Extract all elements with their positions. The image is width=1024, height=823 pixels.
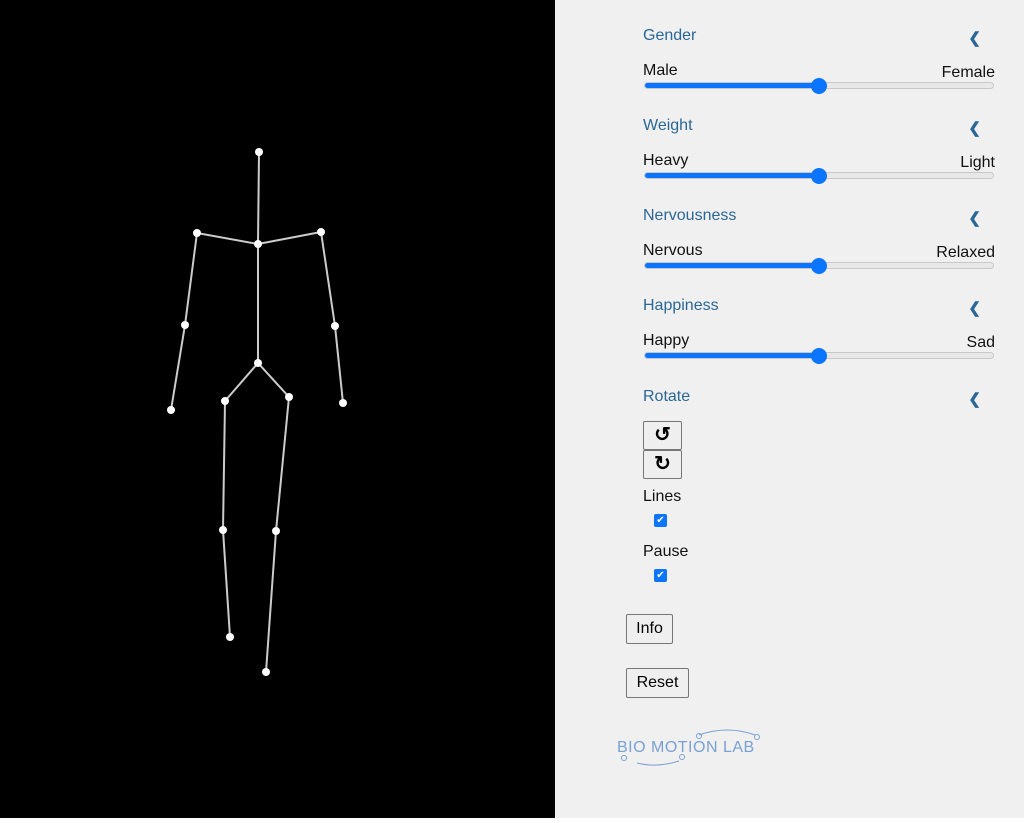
bone-line [334,325,344,404]
joint-point-la [226,633,234,641]
bone-line [196,232,259,245]
slider-section-nervousness: Nervousness ❮ Nervous Relaxed [643,207,995,277]
bio-motion-lab-logo: BIO MOTION LAB [617,727,777,769]
chevron-left-icon[interactable]: ❮ [968,119,981,137]
section-title: Rotate [643,388,691,405]
lines-checkbox[interactable]: ✔ [654,514,667,527]
joint-point-rk [272,527,280,535]
weight-slider[interactable] [644,168,994,184]
slider-min-label: Heavy [643,152,689,169]
joint-point-le [181,321,189,329]
slider-thumb[interactable] [811,168,827,184]
chevron-left-icon[interactable]: ❮ [968,209,981,227]
rotate-section: Rotate ❮ [643,388,995,408]
rotate-left-button[interactable]: ↺ [643,421,682,450]
joint-point-ra [262,668,270,676]
lines-label: Lines [643,488,682,505]
chevron-left-icon[interactable]: ❮ [968,299,981,317]
point-light-walker [167,148,347,676]
slider-fill [645,173,819,178]
slider-max-label: Sad [966,334,995,351]
bone-line [224,362,259,402]
section-title: Happiness [643,297,719,314]
happiness-slider[interactable] [644,348,994,364]
joint-point-lk [219,526,227,534]
joint-point-lh [221,397,229,405]
bone-line [257,151,260,245]
joint-point-rw [339,399,347,407]
slider-thumb[interactable] [811,258,827,274]
pause-label: Pause [643,543,689,560]
slider-thumb[interactable] [811,348,827,364]
joint-point-rh [285,393,293,401]
bone-line [320,231,336,327]
slider-thumb[interactable] [811,78,827,94]
slider-max-label: Female [941,64,995,81]
gender-slider[interactable] [644,78,994,94]
joint-point-pel [254,359,262,367]
check-icon: ✔ [656,570,665,581]
nervousness-slider[interactable] [644,258,994,274]
slider-section-happiness: Happiness ❮ Happy Sad [643,297,995,367]
pause-checkbox[interactable]: ✔ [654,569,667,582]
joint-point-lw [167,406,175,414]
joint-point-re [331,322,339,330]
section-title: Weight [643,117,693,134]
bone-line [265,530,277,673]
slider-min-label: Nervous [643,242,703,259]
joint-point-rs [317,228,325,236]
slider-section-weight: Weight ❮ Heavy Light [643,117,995,187]
slider-fill [645,353,819,358]
rotate-cw-icon: ↻ [654,453,671,475]
control-panel: Gender ❮ Male Female Weight ❮ Heavy Ligh… [555,0,1024,818]
slider-section-gender: Gender ❮ Male Female [643,27,995,97]
walker-canvas [0,0,555,818]
slider-fill [645,83,819,88]
rotate-ccw-icon: ↺ [654,424,671,446]
slider-min-label: Happy [643,332,690,349]
slider-fill [645,263,819,268]
svg-text:BIO MOTION LAB: BIO MOTION LAB [617,739,755,756]
bone-line [257,362,290,398]
slider-max-label: Light [960,154,995,171]
check-icon: ✔ [656,515,665,526]
reset-button[interactable]: Reset [626,668,689,698]
bone-line [170,324,186,411]
section-title: Gender [643,27,697,44]
info-button[interactable]: Info [626,614,673,644]
slider-min-label: Male [643,62,678,79]
section-title: Nervousness [643,207,737,224]
joint-point-neck [254,240,262,248]
joint-point-head [255,148,263,156]
bone-line [257,231,322,245]
joint-point-ls [193,229,201,237]
rotate-right-button[interactable]: ↻ [643,450,682,479]
bone-line [222,529,231,638]
slider-max-label: Relaxed [936,244,995,261]
bone-line [222,400,226,531]
bone-line [275,396,290,532]
bone-line [184,232,198,326]
chevron-left-icon[interactable]: ❮ [968,390,981,408]
chevron-left-icon[interactable]: ❮ [968,29,981,47]
